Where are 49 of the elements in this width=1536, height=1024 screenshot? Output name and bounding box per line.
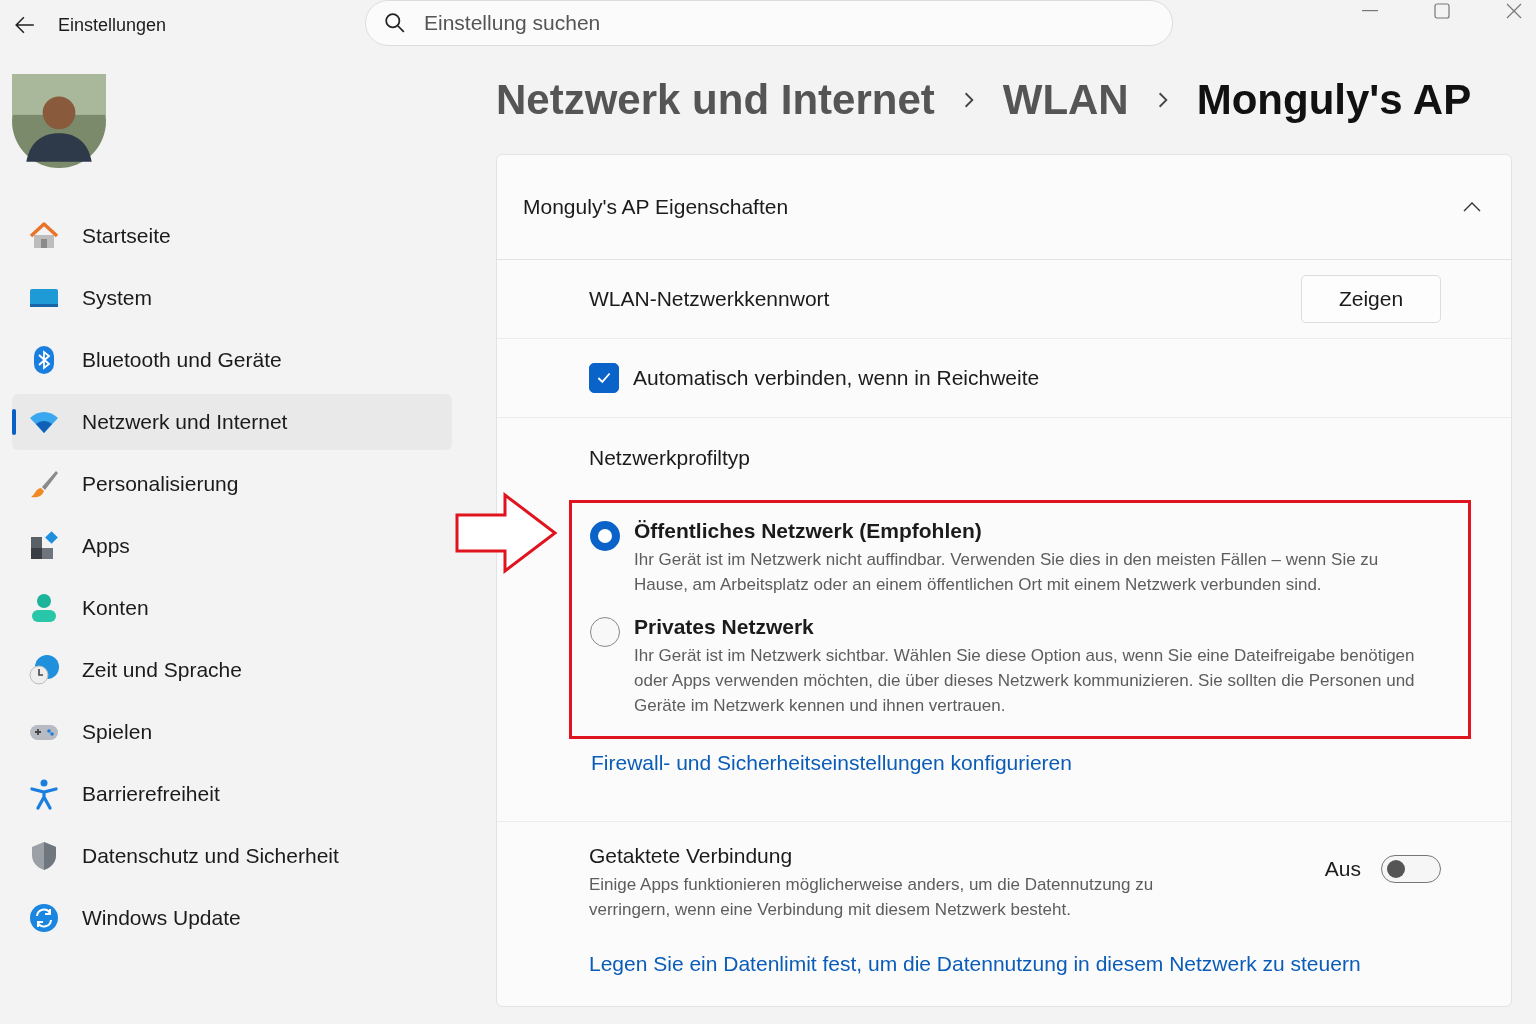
- search-box[interactable]: Einstellung suchen: [365, 0, 1173, 46]
- sidebar-item[interactable]: Bluetooth und Geräte: [12, 332, 452, 388]
- search-field[interactable]: Einstellung suchen: [422, 10, 1172, 36]
- firewall-link[interactable]: Firewall- und Sicherheitseinstellungen konfigurieren: [569, 751, 1072, 775]
- minimize-icon[interactable]: [1362, 10, 1378, 12]
- toggle-state: Aus: [1324, 857, 1361, 881]
- radio-button[interactable]: [590, 521, 620, 551]
- close-icon[interactable]: [1506, 3, 1522, 19]
- section-label: Netzwerkprofiltyp: [588, 446, 752, 470]
- option-title: Öffentliches Netzwerk (Empfohlen): [634, 519, 983, 543]
- option-description: Ihr Gerät ist im Netzwerk nicht auffindbar. Verwenden Sie dies in den meisten Fällen – wenn Sie zu Hause, am Arbeitsplatz oder an einem öffentlichen Ort mit einem Netzwerk verbunden sind.: [634, 549, 1380, 596]
- search-icon: [384, 12, 406, 34]
- apps-icon: [28, 530, 60, 562]
- breadcrumb-item: Monguly's AP: [1196, 76, 1472, 124]
- checkbox-label: Automatisch verbinden, wenn in Reichweite: [633, 366, 1040, 390]
- sidebar-item[interactable]: Barrierefreiheit: [12, 766, 452, 822]
- data-limit-link[interactable]: Legen Sie ein Datenlimit fest, um die Datennutzung in diesem Netzwerk zu steuern: [567, 952, 1361, 975]
- card-title: Monguly's AP Eigenschaften: [523, 195, 789, 219]
- chevron-icon[interactable]: [1463, 202, 1481, 212]
- show-button[interactable]: Zeigen: [1301, 275, 1441, 323]
- window-title: Einstellungen: [58, 14, 167, 36]
- sidebar-item[interactable]: Datenschutz und Sicherheit: [12, 828, 452, 884]
- maximize-icon[interactable]: [1434, 3, 1450, 19]
- option-title: Privates Netzwerk: [634, 615, 815, 639]
- metered-title: Getaktete Verbindung: [589, 844, 794, 868]
- sidebar-item[interactable]: Windows Update: [12, 890, 452, 946]
- chevron-right-icon: [1156, 91, 1169, 109]
- sidebar-item[interactable]: Zeit und Sprache: [12, 642, 452, 698]
- radio-button[interactable]: [590, 617, 620, 647]
- sidebar-item[interactable]: Konten: [12, 580, 452, 636]
- toggle-switch[interactable]: [1381, 855, 1441, 883]
- back-icon[interactable]: [14, 14, 36, 36]
- sidebar-item[interactable]: Netzwerk und Internet: [12, 394, 452, 450]
- sidebar-item[interactable]: Personalisierung: [12, 456, 452, 512]
- sidebar-item[interactable]: Apps: [12, 518, 452, 574]
- sidebar-item[interactable]: System: [12, 270, 452, 326]
- sidebar-item[interactable]: Startseite: [12, 208, 452, 264]
- breadcrumb-item[interactable]: Netzwerk und Internet: [496, 76, 935, 124]
- password-label: WLAN-Netzwerkkennwort: [589, 287, 830, 311]
- checkbox[interactable]: [589, 363, 619, 393]
- sidebar-item[interactable]: Spielen: [12, 704, 452, 760]
- accessibility-icon: [28, 778, 60, 810]
- metered-description: Einige Apps funktionieren möglicherweise anders, um die Datennutzung zu verringern, wenn eine Verbindung mit diesem Netzwerk besteht.: [589, 874, 1155, 921]
- avatar-icon: [12, 74, 106, 168]
- chevron-right-icon: [962, 91, 975, 109]
- breadcrumb-item[interactable]: WLAN: [1002, 76, 1129, 124]
- update-icon: [28, 902, 60, 934]
- option-description: Ihr Gerät ist im Netzwerk sichtbar. Wählen Sie diese Option aus, wenn Sie eine Dateifreigabe benötigen oder Apps verwenden möchten, die über dieses Netzwerk kommunizieren. Sie sollten die Personen und Geräte im Netzwerk kennen und ihnen vertrauen.: [634, 645, 1416, 717]
- globe-clock-icon: [28, 654, 60, 686]
